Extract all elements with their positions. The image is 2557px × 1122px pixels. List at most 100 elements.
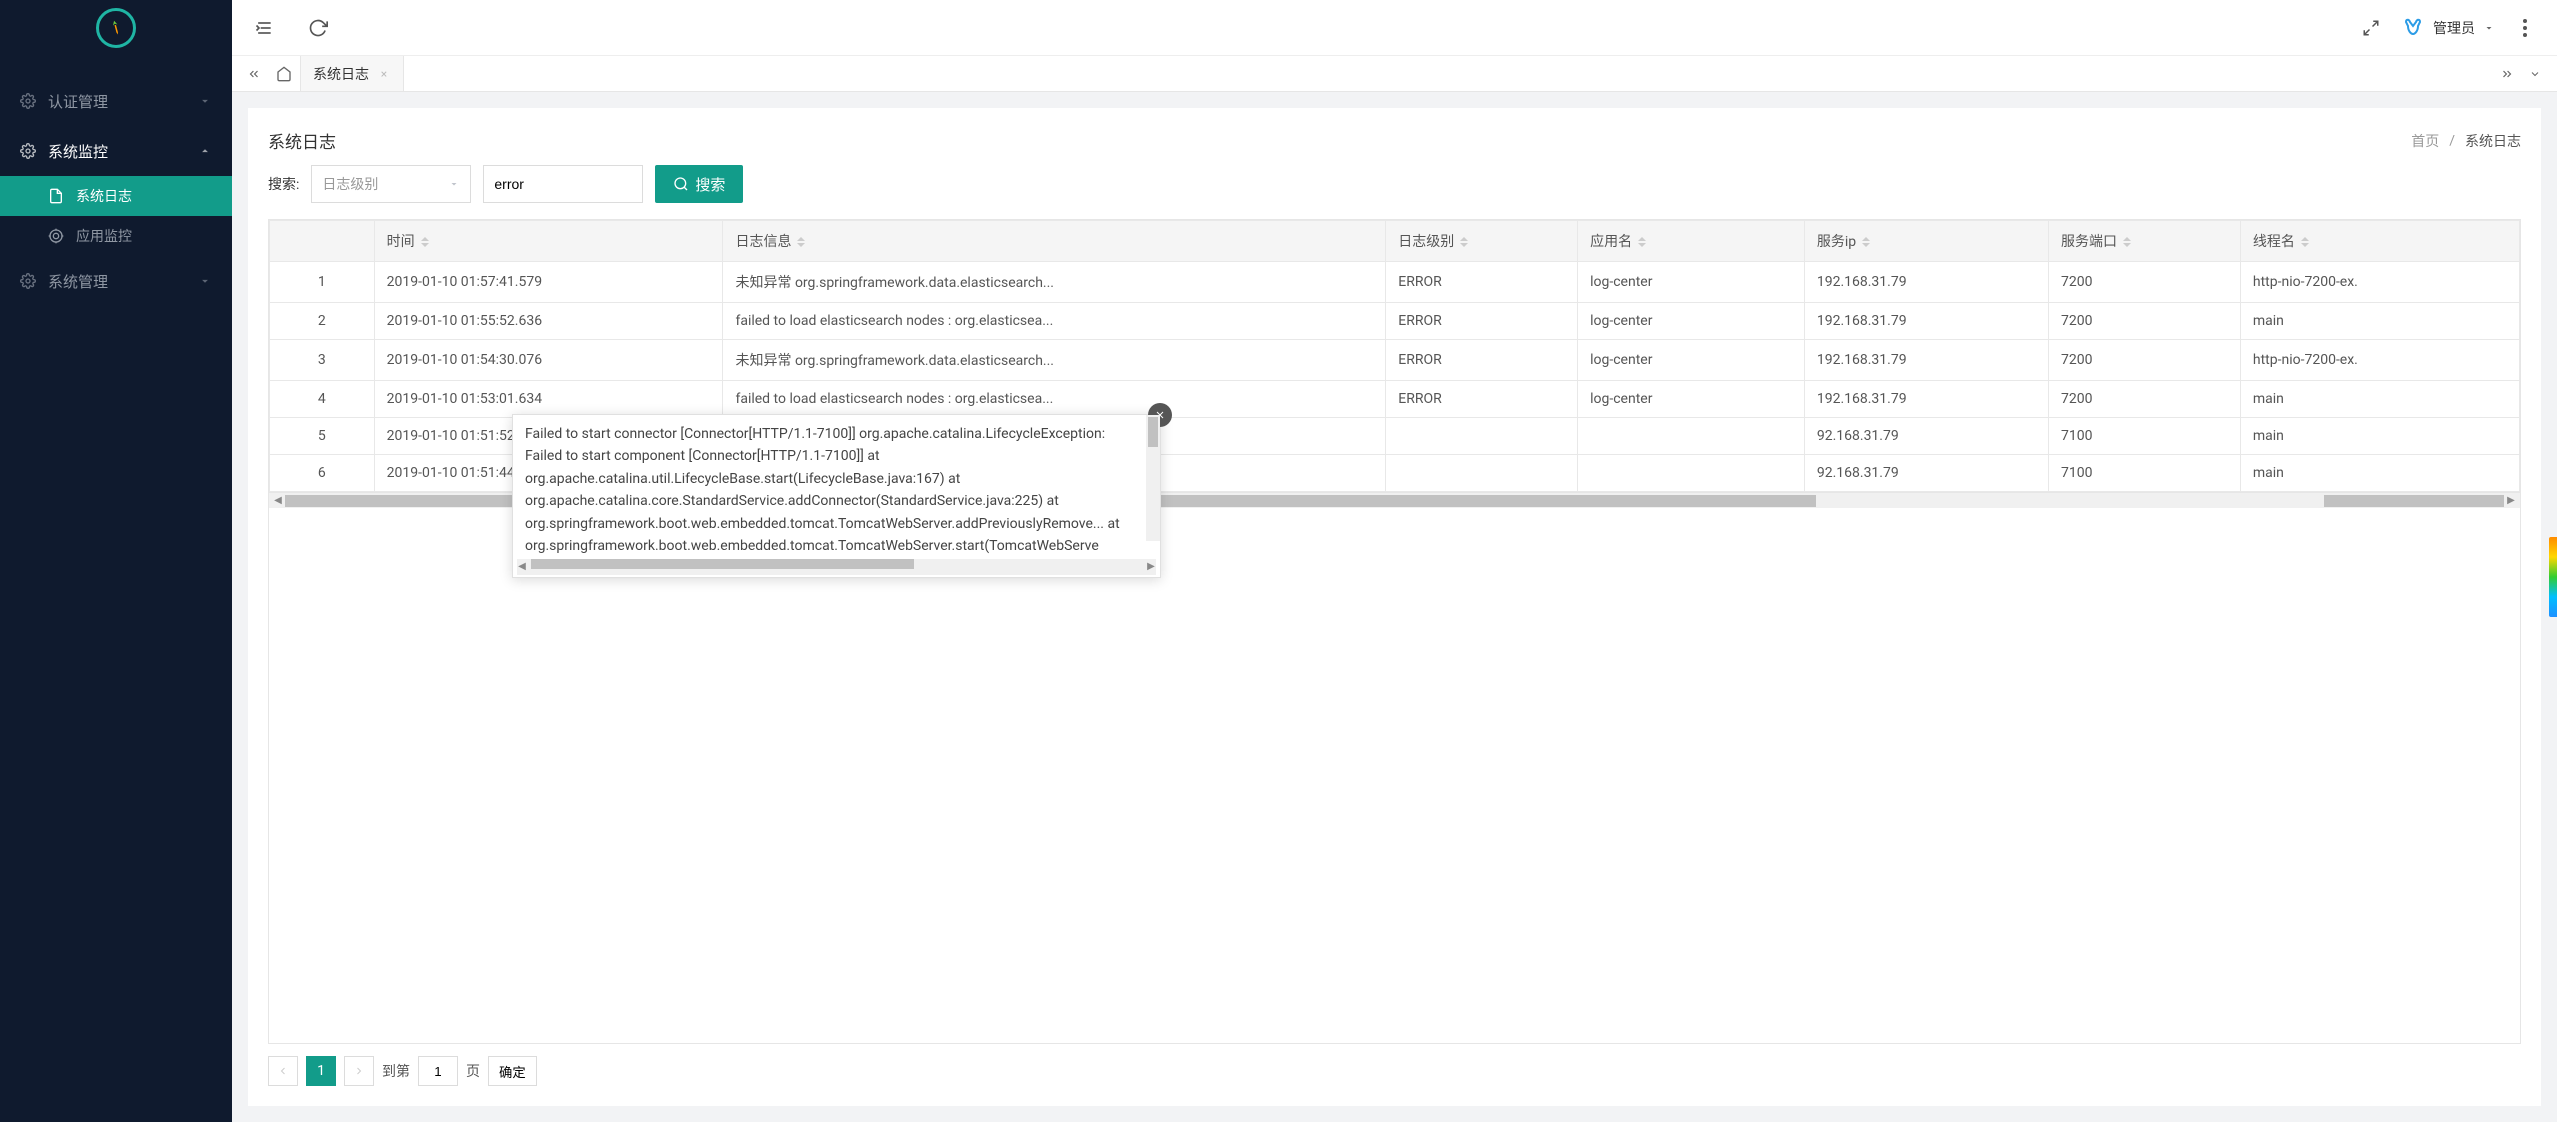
gear-icon [20,93,36,109]
cell-app [1578,455,1805,492]
more-vert-icon [2523,19,2527,37]
page-number[interactable]: 1 [306,1056,336,1086]
cell-ip: 92.168.31.79 [1804,418,2048,455]
sort-icon [421,237,429,247]
sort-icon [1638,237,1646,247]
nav-item-sysmanage[interactable]: 系统管理 [0,256,232,306]
fullscreen-button[interactable] [2359,16,2383,40]
cell-idx: 1 [270,262,375,303]
cell-idx: 4 [270,381,375,418]
tab-close[interactable]: × [377,67,391,81]
cell-port: 7200 [2049,381,2241,418]
tabs-bar: 系统日志 × [232,56,2557,92]
cell-app: log-center [1578,303,1805,340]
cell-idx: 5 [270,418,375,455]
breadcrumb: 首页 / 系统日志 [2411,131,2521,151]
cell-time: 2019-01-10 01:54:30.076 [374,340,723,381]
scroll-left-icon[interactable]: ◀ [515,559,529,573]
table-row[interactable]: 32019-01-10 01:54:30.076未知异常 org.springf… [270,340,2520,381]
goto-confirm[interactable]: 确定 [488,1056,537,1086]
table-header-row: 时间 日志信息 日志级别 应用名 服务ip 服务端口 线程名 [270,221,2520,262]
nav-menu: 认证管理 系统监控 系统日志 应用监控 [0,56,232,1122]
nav-subitem-syslog[interactable]: 系统日志 [0,176,232,216]
table-row[interactable]: 12019-01-10 01:57:41.579未知异常 org.springf… [270,262,2520,303]
tooltip-h-scrollbar[interactable]: ◀ ▶ [517,559,1156,575]
tooltip-v-scrollbar[interactable] [1146,415,1160,541]
page-prev[interactable] [268,1056,298,1086]
search-button-label: 搜索 [695,174,725,195]
nav-item-auth[interactable]: 认证管理 [0,76,232,126]
scroll-right-icon[interactable]: ▶ [2504,494,2518,508]
tabs-dropdown[interactable] [2521,56,2549,91]
logo[interactable] [0,0,232,56]
tabs-prev[interactable] [240,56,268,91]
goto-label: 到第 [382,1061,410,1081]
cell-msg: failed to load elasticsearch nodes : org… [723,303,1386,340]
col-thread[interactable]: 线程名 [2240,221,2519,262]
tab-label: 系统日志 [313,64,369,84]
refresh-icon [308,18,328,38]
cell-port: 7200 [2049,303,2241,340]
goto-input[interactable] [418,1056,458,1086]
cell-thread: main [2240,303,2519,340]
col-time[interactable]: 时间 [374,221,723,262]
menu-toggle[interactable] [252,16,276,40]
cell-time: 2019-01-10 01:55:52.636 [374,303,723,340]
tab-syslog[interactable]: 系统日志 × [300,56,404,91]
tooltip-body: Failed to start connector [Connector[HTT… [513,415,1160,557]
rocket-icon [105,17,127,39]
refresh-button[interactable] [306,16,330,40]
table: 时间 日志信息 日志级别 应用名 服务ip 服务端口 线程名 12019-01-… [268,219,2521,1044]
search-button[interactable]: 搜索 [655,165,743,203]
chevron-down-icon [198,94,212,108]
cell-thread: http-nio-7200-ex. [2240,262,2519,303]
cell-level: ERROR [1386,262,1578,303]
breadcrumb-home[interactable]: 首页 [2411,131,2439,151]
nav-sublabel: 应用监控 [76,226,132,246]
more-button[interactable] [2513,16,2537,40]
tooltip-popup: Failed to start connector [Connector[HTT… [512,414,1161,578]
search-icon [673,176,689,192]
sort-icon [2123,237,2131,247]
tooltip-text: Failed to start connector [Connector[HTT… [525,423,1148,557]
col-app[interactable]: 应用名 [1578,221,1805,262]
sort-icon [2301,237,2309,247]
page-title: 系统日志 [268,128,336,153]
scroll-left-icon[interactable]: ◀ [271,494,285,508]
cell-port: 7200 [2049,340,2241,381]
bull-icon [2401,16,2425,40]
cell-msg: failed to load elasticsearch nodes : org… [723,381,1386,418]
nav-submenu: 系统日志 应用监控 [0,176,232,256]
col-ip[interactable]: 服务ip [1804,221,2048,262]
theme-picker[interactable] [2549,537,2557,617]
cell-idx: 2 [270,303,375,340]
nav-item-monitor[interactable]: 系统监控 [0,126,232,176]
table-row[interactable]: 42019-01-10 01:53:01.634failed to load e… [270,381,2520,418]
col-msg[interactable]: 日志信息 [723,221,1386,262]
tab-home[interactable] [268,56,300,91]
cell-thread: http-nio-7200-ex. [2240,340,2519,381]
log-level-select[interactable]: 日志级别 [311,165,471,203]
chevrons-left-icon [247,67,261,81]
cell-port: 7100 [2049,455,2241,492]
table-row[interactable]: 22019-01-10 01:55:52.636failed to load e… [270,303,2520,340]
cell-ip: 192.168.31.79 [1804,262,2048,303]
col-port[interactable]: 服务端口 [2049,221,2241,262]
scroll-right-icon[interactable]: ▶ [1144,559,1158,573]
chevron-left-icon [277,1065,289,1077]
search-input[interactable] [483,165,643,203]
sort-icon [1862,237,1870,247]
sidebar: 认证管理 系统监控 系统日志 应用监控 [0,0,232,1122]
col-level[interactable]: 日志级别 [1386,221,1578,262]
tabs-next[interactable] [2493,56,2521,91]
caret-down-icon [2483,22,2495,34]
home-icon [276,66,292,82]
user-menu[interactable]: 管理员 [2401,16,2495,40]
page-next[interactable] [344,1056,374,1086]
cell-thread: main [2240,455,2519,492]
cell-level [1386,418,1578,455]
nav-subitem-appmonitor[interactable]: 应用监控 [0,216,232,256]
select-placeholder: 日志级别 [322,174,378,194]
cell-thread: main [2240,381,2519,418]
pagination: 1 到第 页 确定 [268,1056,2521,1086]
